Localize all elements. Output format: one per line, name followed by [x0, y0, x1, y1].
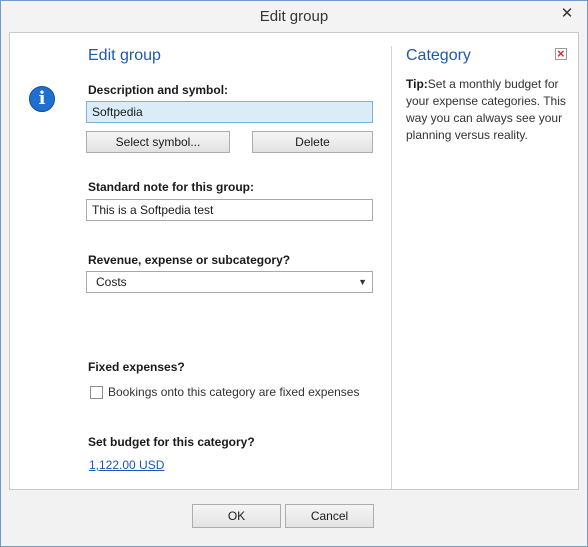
vertical-divider	[391, 46, 392, 489]
sidebar-close-icon[interactable]	[555, 46, 567, 61]
edit-group-dialog: Edit group ✕ i Edit group Description an…	[0, 0, 588, 547]
info-icon: i	[29, 86, 55, 112]
type-select-value: Costs	[96, 275, 127, 289]
type-select[interactable]: Costs ▼	[86, 271, 373, 293]
tip-text: Tip:Set a monthly budget for your expens…	[406, 76, 572, 144]
form-heading: Edit group	[88, 47, 161, 64]
close-icon[interactable]: ✕	[555, 5, 579, 23]
budget-link[interactable]: 1,122.00 USD	[89, 458, 164, 472]
title-bar: Edit group ✕	[1, 1, 587, 32]
fixed-expenses-label: Fixed expenses?	[88, 360, 185, 374]
chevron-down-icon: ▼	[358, 277, 367, 287]
window-title: Edit group	[259, 8, 329, 25]
fixed-expenses-checkbox-label[interactable]: Bookings onto this category are fixed ex…	[108, 385, 359, 399]
select-symbol-button[interactable]: Select symbol...	[86, 131, 230, 153]
description-label: Description and symbol:	[88, 83, 229, 97]
sidebar-title: Category	[406, 47, 471, 64]
tip-prefix: Tip:	[406, 77, 428, 91]
tip-body: Set a monthly budget for your expense ca…	[406, 77, 566, 142]
delete-button[interactable]: Delete	[252, 131, 373, 153]
description-input[interactable]: Softpedia	[86, 101, 373, 123]
type-label: Revenue, expense or subcategory?	[88, 253, 291, 267]
budget-label: Set budget for this category?	[88, 435, 255, 449]
ok-button[interactable]: OK	[192, 504, 281, 528]
cancel-button[interactable]: Cancel	[285, 504, 374, 528]
fixed-expenses-checkbox[interactable]	[90, 386, 103, 399]
dialog-content: i Edit group Description and symbol: Sof…	[9, 32, 579, 490]
note-input[interactable]: This is a Softpedia test	[86, 199, 373, 221]
note-label: Standard note for this group:	[88, 180, 254, 194]
